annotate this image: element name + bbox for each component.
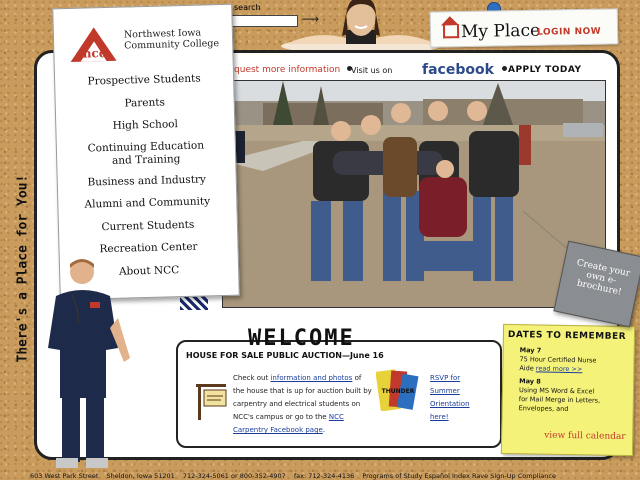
- event-line: Aide: [519, 364, 534, 373]
- rsvp-orientation[interactable]: RSVP for Summer Orientation here!: [430, 372, 480, 424]
- home-icon-body: [442, 24, 460, 39]
- request-info-link[interactable]: request more information: [225, 65, 340, 75]
- top-link-bar: request more information Visit us on fac…: [225, 62, 590, 80]
- for-sale-sign-icon: [196, 384, 227, 420]
- college-name: Northwest Iowa Community College: [124, 27, 220, 52]
- info-photos-link[interactable]: information and photos: [270, 374, 352, 382]
- svg-text:ncc: ncc: [83, 46, 107, 61]
- footer-link-programs[interactable]: Programs of Study: [362, 472, 422, 480]
- event-line: Envelopes, and: [518, 404, 569, 414]
- side-tagline-text: There's a Place for You!: [15, 174, 31, 363]
- college-name-line2: Community College: [124, 38, 220, 52]
- my-place-card[interactable]: My Place LOGIN NOW: [429, 8, 619, 48]
- e-brochure-text: Create your own e-brochure!: [575, 258, 631, 298]
- nav-list: Prospective Students Parents High School…: [55, 67, 239, 285]
- footer-fax: fax: 712-324-4136: [293, 472, 355, 480]
- house-text-1: Check out: [233, 374, 269, 382]
- footer-link-compliance[interactable]: Compliance: [518, 472, 556, 480]
- rsvp-link-4[interactable]: here!: [430, 413, 449, 421]
- rsvp-link-3[interactable]: Orientation: [430, 400, 470, 408]
- rsvp-link-1[interactable]: RSVP for: [430, 374, 460, 382]
- house-text-3: .: [322, 426, 326, 434]
- thunder-logo-text: THUNDER: [382, 388, 415, 395]
- facebook-link[interactable]: facebook: [422, 62, 494, 78]
- footer-city: Sheldon, Iowa 51201: [106, 472, 175, 480]
- footer-phone: 712-324-5061 or 800-352-4907: [182, 472, 286, 480]
- hero-photo: [222, 80, 606, 308]
- footer-link-espanol[interactable]: Español Index: [424, 472, 469, 480]
- visit-us-label: Visit us on: [351, 66, 393, 75]
- dates-title: DATES TO REMEMBER: [507, 329, 627, 343]
- thunder-orientation-logo[interactable]: THUNDER: [376, 367, 420, 411]
- footer-address: 603 West Park Street: [30, 472, 99, 480]
- rsvp-link-2[interactable]: Summer: [430, 387, 460, 395]
- search-label: search: [234, 3, 261, 12]
- house-auction-text: Check out information and photos of the …: [233, 372, 373, 437]
- welcome-title: WELCOME: [248, 326, 355, 351]
- student-header-photo: [281, 0, 441, 50]
- view-full-calendar-link[interactable]: view full calendar: [544, 431, 626, 442]
- event-item: May 7 75 Hour Certified Nurse Aide read …: [519, 346, 629, 375]
- navigation-card: ncc Northwest Iowa Community College Pro…: [52, 3, 240, 301]
- bullet-icon: [502, 66, 507, 71]
- ncc-logo-icon[interactable]: ncc: [68, 23, 119, 64]
- apply-today-link[interactable]: APPLY TODAY: [508, 65, 582, 75]
- nav-item-alumni-community[interactable]: Alumni and Community: [58, 190, 237, 217]
- footer-bar: 603 West Park Street Sheldon, Iowa 51201…: [0, 472, 640, 480]
- side-tagline: There's a Place for You!: [8, 130, 31, 363]
- my-place-title: My Place: [460, 20, 541, 43]
- nurse-student-photo: [48, 259, 130, 468]
- nav-item-high-school[interactable]: High School: [56, 112, 235, 139]
- login-now-link[interactable]: LOGIN NOW: [537, 27, 601, 38]
- dates-to-remember-card: DATES TO REMEMBER May 7 75 Hour Certifie…: [500, 323, 636, 457]
- event-item: May 8 Using MS Word & Excel for Mail Mer…: [519, 377, 630, 415]
- read-more-link[interactable]: read more >>: [536, 364, 583, 373]
- house-auction-title: HOUSE FOR SALE PUBLIC AUCTION—June 16: [186, 351, 384, 360]
- footer-link-rave[interactable]: Rave Sign-Up: [472, 472, 516, 480]
